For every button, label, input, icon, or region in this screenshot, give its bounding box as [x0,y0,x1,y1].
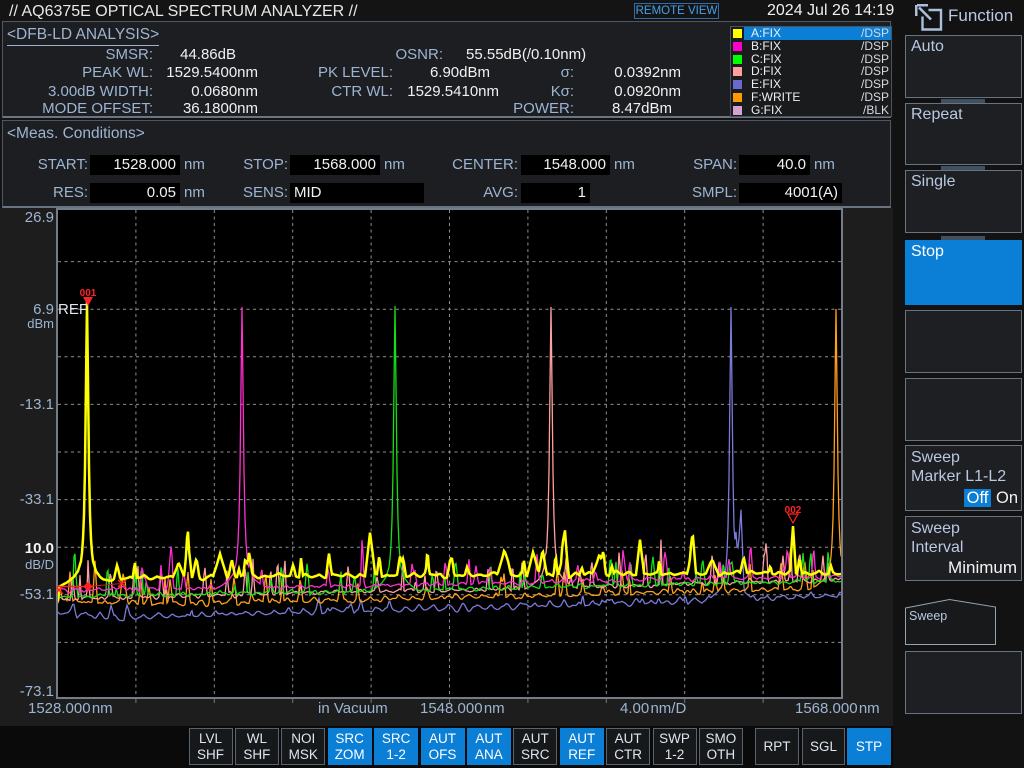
svg-text:Sweep: Sweep [909,609,947,623]
